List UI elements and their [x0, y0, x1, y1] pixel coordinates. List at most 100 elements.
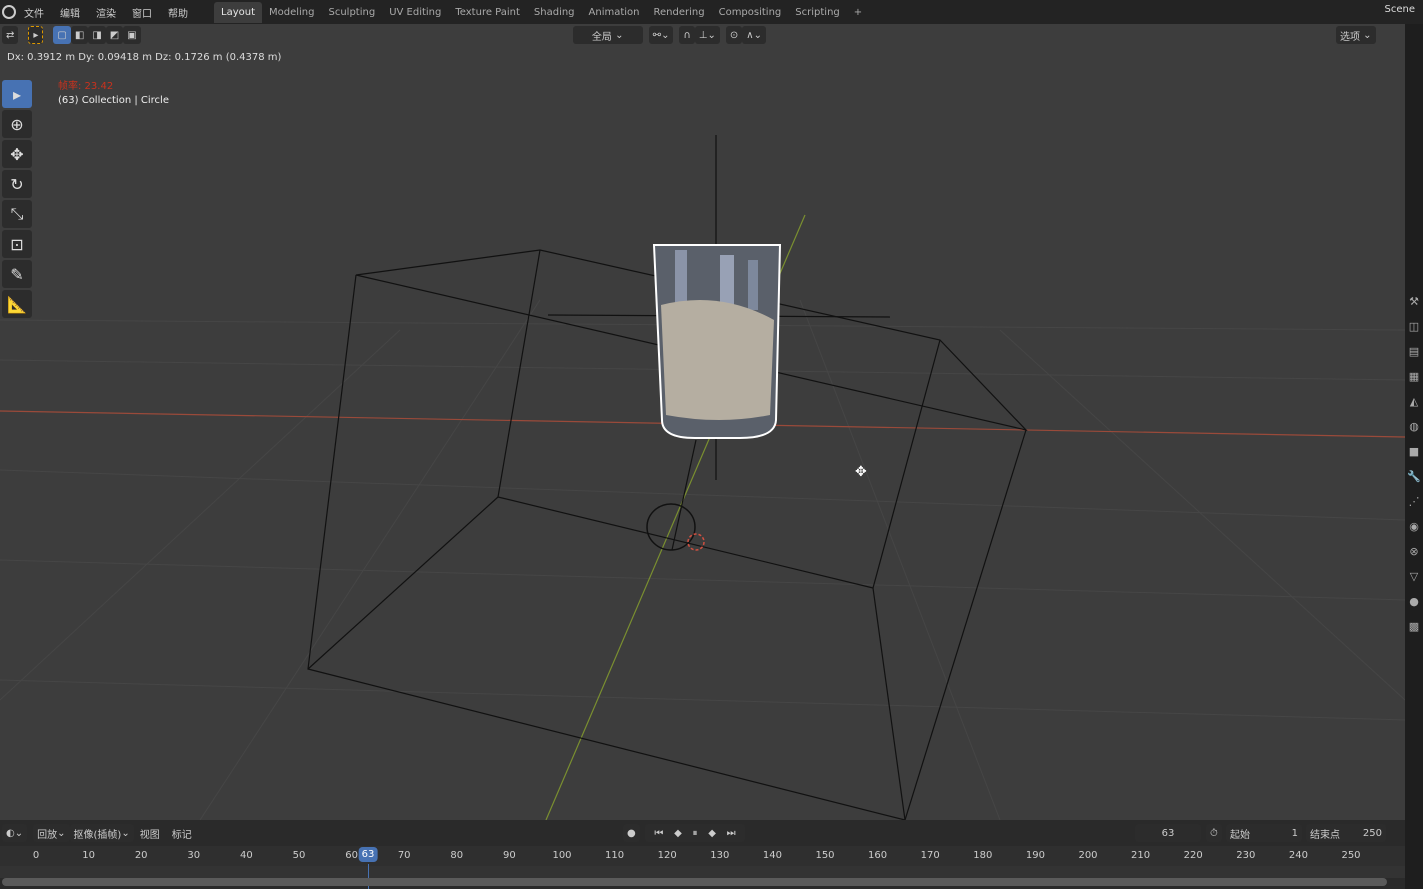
- data-properties-icon[interactable]: ▽: [1407, 570, 1421, 584]
- frame-tick-label: 130: [710, 850, 730, 861]
- modifier-properties-icon[interactable]: 🔧: [1407, 470, 1421, 484]
- frame-tick-label: 210: [1131, 850, 1151, 861]
- tab-uv-editing[interactable]: UV Editing: [382, 2, 448, 23]
- jump-end-icon[interactable]: ⏭: [727, 828, 736, 839]
- cursor-tool-icon[interactable]: ⊕: [2, 110, 32, 138]
- output-properties-icon[interactable]: ▤: [1407, 345, 1421, 359]
- falloff-icon[interactable]: ∧⌄: [742, 26, 766, 44]
- workspace-tabs: Layout Modeling Sculpting UV Editing Texture…: [214, 1, 847, 23]
- camera-frustum-wireframe: [307, 135, 1028, 821]
- 3d-cursor-icon[interactable]: [687, 533, 705, 551]
- editor-type-button[interactable]: ⇄: [2, 26, 19, 44]
- rotate-tool-icon[interactable]: ↻: [2, 170, 32, 198]
- start-frame-field[interactable]: 起始 1: [1226, 824, 1302, 842]
- scene-selector[interactable]: Scene: [1385, 4, 1416, 15]
- tab-rendering[interactable]: Rendering: [647, 2, 712, 23]
- measure-tool-icon[interactable]: 📐: [2, 290, 32, 318]
- frame-tick-label: 80: [450, 850, 464, 861]
- tab-scripting[interactable]: Scripting: [788, 2, 846, 23]
- view-menu[interactable]: 视图: [140, 826, 160, 841]
- frame-tick-label: 60: [345, 850, 358, 861]
- pause-icon[interactable]: ⏸: [693, 828, 698, 839]
- keyframe-track[interactable]: [0, 866, 1405, 878]
- marker-menu[interactable]: 标记: [172, 826, 192, 841]
- select-mode-extend-button[interactable]: ◧: [70, 26, 89, 44]
- editor-type-button[interactable]: ◐⌄: [2, 824, 28, 842]
- timeline-header: ◐⌄ 回放 ⌄ 抠像(插帧) ⌄ 视图 标记 ● ⏮ ◆ ⏸ ◆ ⏭ 63 ⏱ 起始 1 结束…: [0, 820, 1405, 846]
- select-mode-subtract-button[interactable]: ◨: [88, 26, 106, 44]
- view-layer-icon[interactable]: ▦: [1407, 370, 1421, 384]
- frame-tick-label: 150: [815, 850, 835, 861]
- prev-keyframe-icon[interactable]: ◆: [674, 828, 682, 839]
- keying-menu[interactable]: 抠像(插帧) ⌄: [69, 824, 134, 842]
- menu-item[interactable]: 文件: [24, 9, 44, 20]
- viewport-header: ⇄ ▸ ▢ ◧ ◨ ◩ ▣ 全局 ⌄ ⚯⌄ ∩ ⊥⌄ ⊙ ∧⌄ 选项 ⌄: [0, 24, 1405, 46]
- timeline-scrollbar[interactable]: [2, 878, 1387, 886]
- options-label: 选项: [1339, 31, 1360, 43]
- tab-modeling[interactable]: Modeling: [262, 2, 322, 23]
- current-frame-field[interactable]: 63: [1135, 824, 1201, 842]
- select-mode-new-button[interactable]: ▢: [53, 26, 71, 44]
- tab-shading[interactable]: Shading: [527, 2, 582, 23]
- record-button[interactable]: ●: [623, 824, 640, 842]
- object-properties-icon[interactable]: ■: [1407, 445, 1421, 459]
- particles-icon[interactable]: ⋰: [1407, 495, 1421, 509]
- end-frame-field[interactable]: 结束点 250: [1306, 824, 1386, 842]
- snap-target-icon[interactable]: ⊥⌄: [694, 26, 720, 44]
- tab-layout[interactable]: Layout: [214, 1, 262, 23]
- scene-properties-icon[interactable]: ◭: [1407, 395, 1421, 409]
- frame-tick-label: 10: [82, 850, 95, 861]
- jump-start-icon[interactable]: ⏮: [654, 828, 663, 839]
- current-frame-indicator[interactable]: 63: [358, 847, 378, 862]
- main-menu: 文件 编辑 渲染 窗口 帮助: [16, 5, 196, 20]
- keying-label: 抠像(插帧): [73, 829, 122, 841]
- transform-orientation-dropdown[interactable]: 全局 ⌄: [572, 26, 643, 44]
- select-box-tool-icon[interactable]: ▸: [2, 80, 32, 108]
- playback-menu[interactable]: 回放 ⌄: [33, 824, 70, 842]
- top-bar: 文件 编辑 渲染 窗口 帮助 Layout Modeling Sculpting UV Edi…: [0, 0, 1423, 24]
- select-tool-icon[interactable]: ▸: [28, 26, 44, 44]
- tab-animation[interactable]: Animation: [582, 2, 647, 23]
- material-icon[interactable]: ●: [1407, 595, 1421, 609]
- proportional-edit-icon[interactable]: ⊙: [725, 26, 743, 44]
- texture-icon[interactable]: ▩: [1407, 620, 1421, 634]
- move-tool-icon[interactable]: ✥: [2, 140, 32, 168]
- tool-properties-icon[interactable]: ⚒: [1407, 295, 1421, 309]
- annotate-tool-icon[interactable]: ✎: [2, 260, 32, 288]
- frame-tick-label: 50: [292, 850, 306, 861]
- tab-texture-paint[interactable]: Texture Paint: [448, 2, 527, 23]
- next-keyframe-icon[interactable]: ◆: [708, 828, 716, 839]
- frame-tick-label: 100: [552, 850, 572, 861]
- physics-icon[interactable]: ◉: [1407, 520, 1421, 534]
- menu-item[interactable]: 编辑: [60, 9, 80, 20]
- constraints-icon[interactable]: ⊗: [1407, 545, 1421, 559]
- add-workspace-button[interactable]: +: [847, 2, 869, 23]
- snap-icon[interactable]: ∩: [679, 26, 695, 44]
- frame-tick-label: 240: [1288, 850, 1308, 861]
- menu-item[interactable]: 渲染: [96, 9, 116, 20]
- pivot-point-icon[interactable]: ⚯⌄: [648, 26, 674, 44]
- properties-tab-strip: ⚒ ◫ ▤ ▦ ◭ ◍ ■ 🔧 ⋰ ◉ ⊗ ▽ ● ▩: [1405, 24, 1423, 889]
- 3d-viewport[interactable]: ✥: [0, 46, 1406, 821]
- select-mode-invert-button[interactable]: ◩: [105, 26, 124, 44]
- frame-tick-label: 170: [920, 850, 940, 861]
- world-properties-icon[interactable]: ◍: [1407, 420, 1421, 434]
- menu-item[interactable]: 窗口: [132, 9, 152, 20]
- frame-ruler[interactable]: 250 240 230 220 210 200 190 180 170 160 150 140 130 1…: [0, 846, 1405, 866]
- frame-tick-label: 220: [1183, 850, 1203, 861]
- select-mode-intersect-button[interactable]: ▣: [123, 26, 141, 44]
- frame-tick-label: 110: [605, 850, 625, 861]
- menu-item[interactable]: 帮助: [168, 9, 188, 20]
- fps-display: 帧率: 23.42: [58, 81, 114, 92]
- move-cursor-icon: ✥: [855, 464, 867, 480]
- blender-logo-icon[interactable]: [2, 5, 16, 19]
- transform-tool-icon[interactable]: ⊡: [2, 230, 32, 258]
- render-properties-icon[interactable]: ◫: [1407, 320, 1421, 334]
- playback-controls: ⏮ ◆ ⏸ ◆ ⏭: [645, 824, 745, 842]
- tab-sculpting[interactable]: Sculpting: [322, 2, 383, 23]
- tab-compositing[interactable]: Compositing: [712, 2, 789, 23]
- frame-tick-label: 30: [187, 850, 201, 861]
- options-dropdown[interactable]: 选项 ⌄: [1335, 26, 1376, 44]
- scale-tool-icon[interactable]: ⤡: [2, 200, 32, 228]
- stopwatch-icon[interactable]: ⏱: [1206, 824, 1222, 842]
